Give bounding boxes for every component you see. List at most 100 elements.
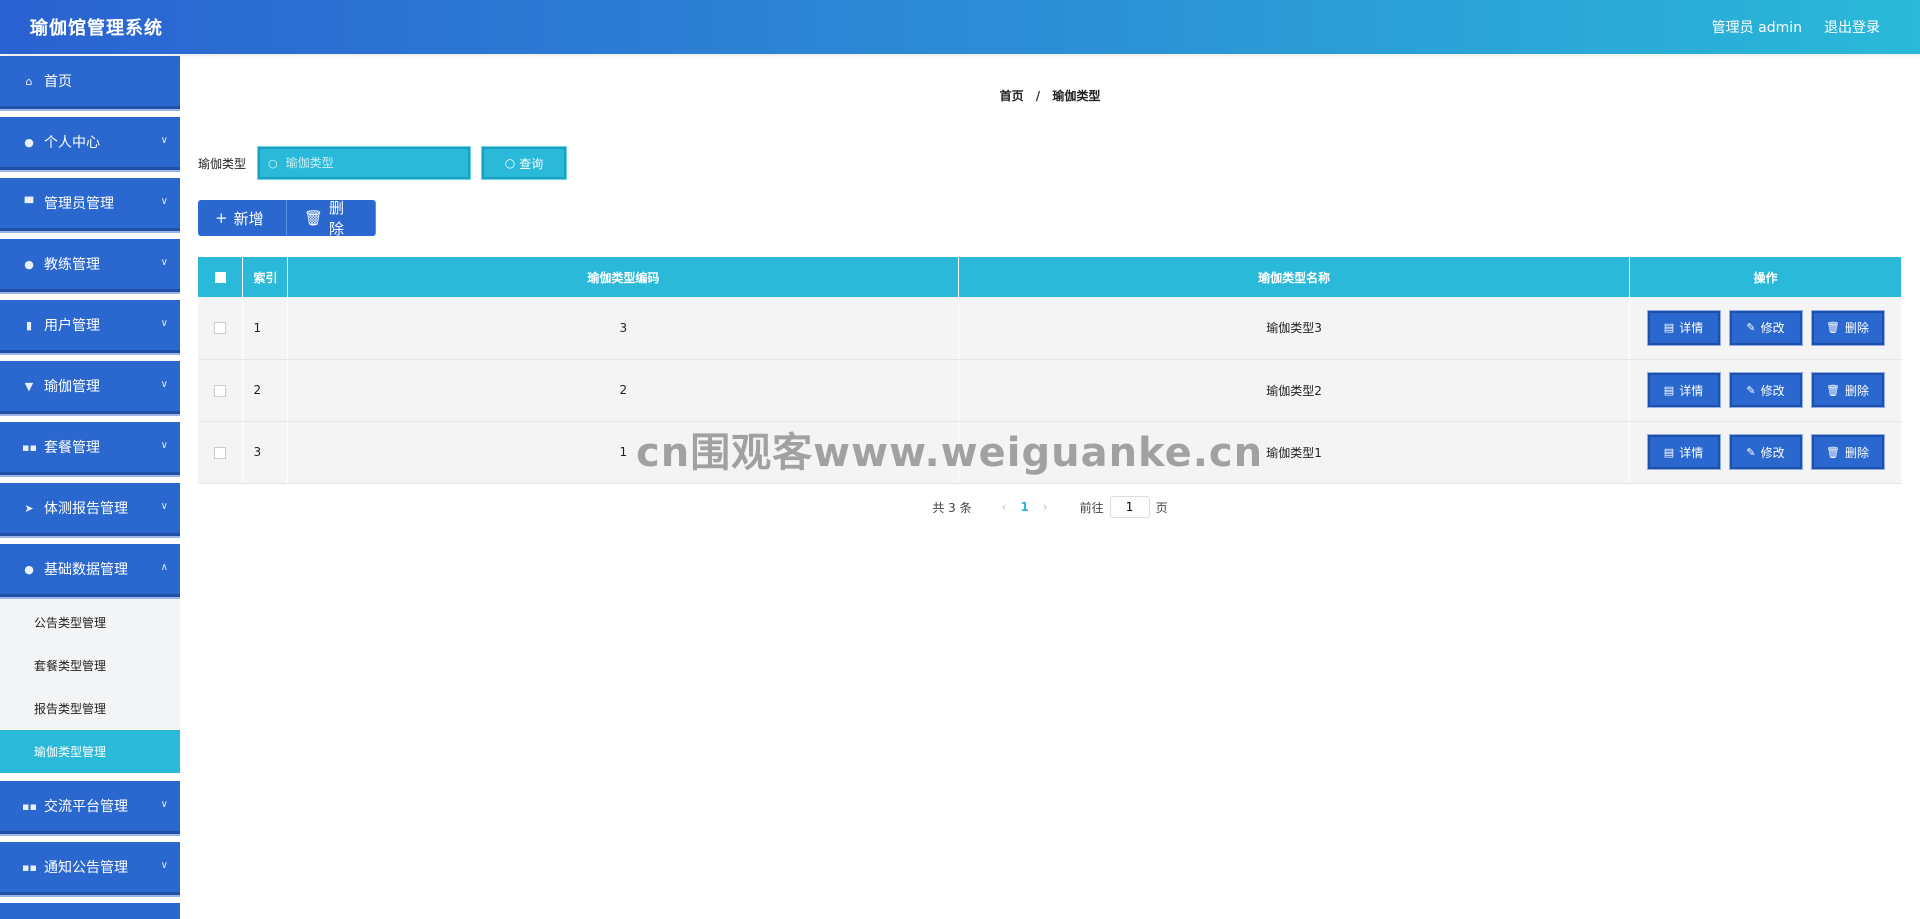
query-button[interactable]: ○ 查询 [481, 146, 568, 180]
chevron-down-icon: ∨ [160, 860, 168, 871]
breadcrumb-home[interactable]: 首页 [1000, 89, 1024, 103]
prev-page-button[interactable]: ‹ [1002, 500, 1007, 514]
goto-page-input[interactable] [1109, 496, 1150, 518]
chevron-down-icon: ∨ [160, 318, 168, 329]
monitor-icon: ▀ [24, 196, 34, 210]
page-number-current[interactable]: 1 [1020, 500, 1028, 514]
pagination-total: 共 3 条 [932, 500, 972, 515]
row-actions: ▤ 详情 ✎ 修改 🗑 删除 [1629, 297, 1902, 360]
batch-delete-button[interactable]: 🗑 删除 [287, 199, 376, 238]
sidebar-item-coach[interactable]: ● 教练管理 ∨ [0, 239, 180, 292]
sidebar-item-user[interactable]: ▮ 用户管理 ∨ [0, 300, 180, 353]
select-all-checkbox[interactable] [214, 272, 226, 283]
delete-button[interactable]: 🗑 删除 [1810, 309, 1885, 346]
edit-button-label: 修改 [1760, 383, 1785, 398]
chevron-down-icon: ∨ [160, 196, 168, 207]
table-row: 3 1 瑜伽类型1 ▤ 详情 ✎ 修改 🗑 删除 [198, 421, 1902, 484]
column-header-actions: 操作 [1629, 257, 1902, 297]
plus-icon: + [215, 209, 228, 227]
delete-button[interactable]: 🗑 删除 [1810, 434, 1885, 470]
row-index: 1 [242, 297, 289, 360]
search-row: 瑜伽类型 ○ ○ 查询 [198, 146, 568, 180]
submenu-item-package-type[interactable]: 套餐类型管理 [0, 644, 180, 687]
sidebar-item-more[interactable] [0, 903, 180, 919]
row-checkbox[interactable] [214, 384, 227, 397]
chevron-down-icon: ∨ [160, 440, 168, 451]
edit-button-label: 修改 [1760, 445, 1785, 460]
document-icon: ▤ [1663, 321, 1675, 335]
row-code: 3 [287, 297, 960, 360]
trash-icon: 🗑 [1826, 321, 1840, 335]
app-title: 瑜伽馆管理系统 [30, 18, 163, 39]
sidebar-item-yoga[interactable]: ▼ 瑜伽管理 ∨ [0, 361, 180, 414]
sidebar-item-announcement[interactable]: ▪▪ 通知公告管理 ∨ [0, 842, 180, 895]
sidebar-item-admin[interactable]: ▀ 管理员管理 ∨ [0, 178, 180, 231]
edit-button[interactable]: ✎ 修改 [1728, 434, 1803, 470]
detail-button[interactable]: ▤ 详情 [1646, 309, 1721, 346]
detail-button-label: 详情 [1679, 445, 1704, 460]
location-icon: ● [24, 562, 34, 576]
main-content: 首页 / 瑜伽类型 瑜伽类型 ○ ○ 查询 + 新增 🗑 删除 索引 瑜伽类型编 [198, 56, 1902, 919]
chevron-down-icon: ∨ [160, 379, 168, 390]
sidebar-item-label: 个人中心 [44, 135, 100, 151]
grid-icon: ▪▪ [22, 799, 37, 813]
sidebar-item-package[interactable]: ▪▪ 套餐管理 ∨ [0, 422, 180, 475]
chevron-down-icon: ∨ [160, 501, 168, 512]
search-icon: ○ [268, 156, 278, 170]
submenu-item-yoga-type[interactable]: 瑜伽类型管理 [0, 730, 180, 773]
sidebar-item-label: 套餐管理 [44, 440, 100, 456]
delete-button-label: 删除 [1844, 445, 1869, 460]
sidebar-item-label: 瑜伽管理 [44, 379, 100, 395]
row-checkbox[interactable] [214, 322, 227, 335]
edit-icon: ✎ [1746, 383, 1756, 397]
send-icon: ➤ [24, 501, 34, 515]
edit-button[interactable]: ✎ 修改 [1728, 309, 1803, 346]
yoga-type-table: 索引 瑜伽类型编码 瑜伽类型名称 操作 1 3 瑜伽类型3 ▤ 详情 ✎ 修改 🗑 删… [198, 257, 1902, 484]
sidebar-item-label: 基础数据管理 [44, 562, 128, 578]
table-header-row: 索引 瑜伽类型编码 瑜伽类型名称 操作 [198, 257, 1902, 297]
sidebar-item-report[interactable]: ➤ 体测报告管理 ∨ [0, 483, 180, 536]
sidebar-item-label: 用户管理 [44, 318, 100, 334]
row-select-cell [198, 421, 244, 484]
table-row: 2 2 瑜伽类型2 ▤ 详情 ✎ 修改 🗑 删除 [198, 359, 1902, 422]
sidebar-item-forum[interactable]: ▪▪ 交流平台管理 ∨ [0, 781, 180, 834]
admin-user-label[interactable]: 管理员 admin [1712, 17, 1802, 37]
query-button-label: 查询 [519, 156, 544, 171]
row-select-cell [198, 297, 244, 360]
trash-icon: 🗑 [1826, 445, 1840, 459]
logout-link[interactable]: 退出登录 [1824, 17, 1880, 37]
search-field[interactable]: ○ [257, 146, 472, 180]
submenu-item-report-type[interactable]: 报告类型管理 [0, 687, 180, 730]
delete-button[interactable]: 🗑 删除 [1810, 372, 1885, 408]
sidebar: ⌂ 首页 ● 个人中心 ∨ ▀ 管理员管理 ∨ ● 教练管理 ∨ ▮ 用户管理 … [0, 56, 180, 919]
detail-button[interactable]: ▤ 详情 [1646, 372, 1721, 408]
detail-button-label: 详情 [1679, 321, 1704, 336]
select-all-header[interactable] [198, 257, 244, 297]
action-row: + 新增 🗑 删除 [198, 199, 376, 238]
column-header-code: 瑜伽类型编码 [287, 257, 960, 297]
chevron-down-icon: ∨ [160, 135, 168, 146]
basic-data-submenu: 公告类型管理 套餐类型管理 报告类型管理 瑜伽类型管理 [0, 597, 180, 773]
next-page-button[interactable]: › [1043, 500, 1048, 514]
row-checkbox[interactable] [214, 446, 227, 459]
document-icon: ▤ [1663, 445, 1675, 459]
breadcrumb-current: 瑜伽类型 [1052, 89, 1101, 103]
edit-button[interactable]: ✎ 修改 [1728, 372, 1803, 408]
chevron-up-icon: ∧ [160, 562, 168, 573]
submenu-item-notice-type[interactable]: 公告类型管理 [0, 601, 180, 644]
sidebar-item-home[interactable]: ⌂ 首页 [0, 56, 180, 109]
add-button-label: 新增 [233, 209, 264, 228]
row-index: 3 [242, 421, 289, 484]
edit-icon: ✎ [1746, 445, 1756, 459]
edit-button-label: 修改 [1760, 321, 1785, 336]
sidebar-item-label: 教练管理 [44, 257, 100, 273]
search-input[interactable] [285, 156, 456, 170]
trash-icon: 🗑 [1826, 383, 1840, 397]
sidebar-item-label: 体测报告管理 [44, 501, 128, 517]
add-button[interactable]: + 新增 [198, 200, 287, 236]
sidebar-item-basic-data[interactable]: ● 基础数据管理 ∧ [0, 544, 180, 597]
detail-button[interactable]: ▤ 详情 [1646, 434, 1721, 470]
delete-button-label: 删除 [1844, 383, 1869, 398]
breadcrumb-separator: / [1035, 89, 1041, 103]
sidebar-item-personal-center[interactable]: ● 个人中心 ∨ [0, 117, 180, 170]
